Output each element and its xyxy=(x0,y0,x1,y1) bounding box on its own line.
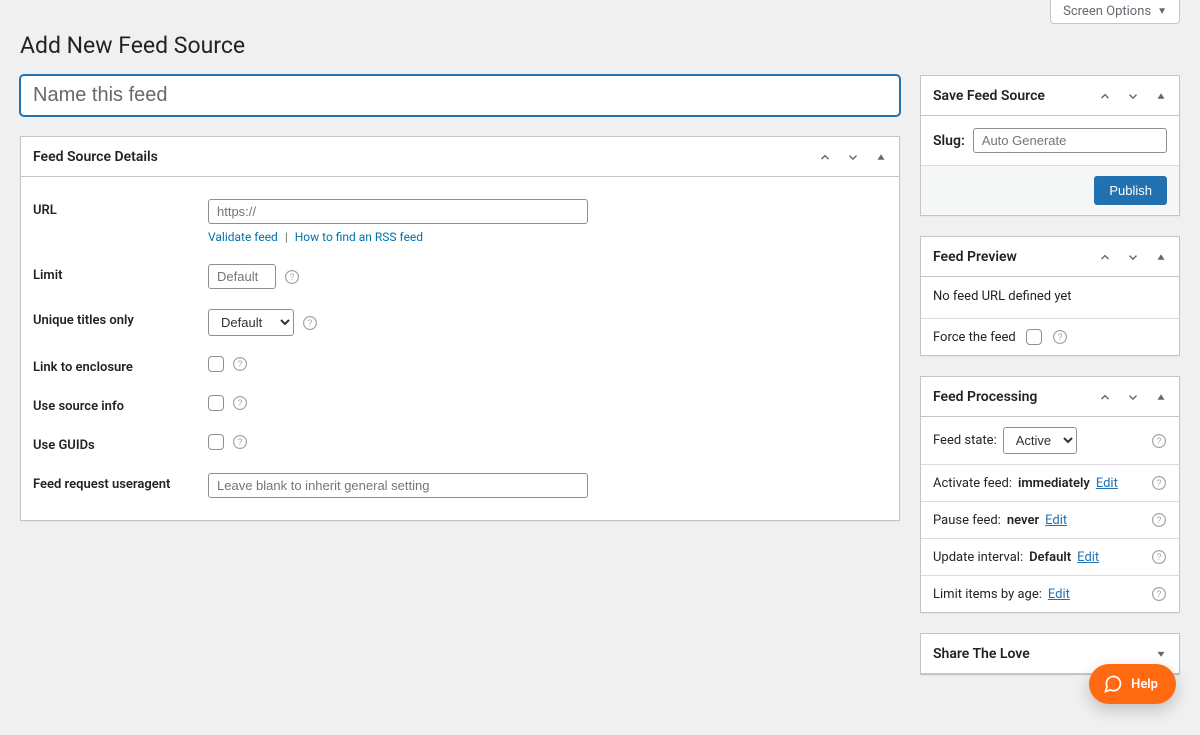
triangle-up-icon[interactable] xyxy=(1147,243,1175,271)
chevron-down-icon[interactable] xyxy=(839,143,867,171)
validate-feed-link[interactable]: Validate feed xyxy=(208,230,278,244)
svg-text:?: ? xyxy=(1157,478,1162,488)
chevron-up-icon[interactable] xyxy=(1091,383,1119,411)
activate-edit-link[interactable]: Edit xyxy=(1096,476,1118,491)
age-edit-link[interactable]: Edit xyxy=(1048,587,1070,602)
activate-value: immediately xyxy=(1018,476,1090,491)
chevron-up-icon[interactable] xyxy=(1091,82,1119,110)
svg-text:?: ? xyxy=(1157,515,1162,525)
save-heading: Save Feed Source xyxy=(933,88,1045,104)
chevron-down-icon[interactable] xyxy=(1119,82,1147,110)
interval-value: Default xyxy=(1029,550,1071,565)
triangle-up-icon[interactable] xyxy=(1147,82,1175,110)
help-floating-button[interactable]: Help xyxy=(1089,664,1176,704)
help-icon[interactable]: ? xyxy=(232,395,248,411)
use-source-checkbox[interactable] xyxy=(208,395,224,411)
svg-text:?: ? xyxy=(1157,552,1162,562)
processing-heading: Feed Processing xyxy=(933,389,1037,405)
feed-state-label: Feed state: xyxy=(933,433,997,448)
limit-label: Limit xyxy=(33,264,208,283)
use-guids-checkbox[interactable] xyxy=(208,434,224,450)
help-icon[interactable]: ? xyxy=(1052,329,1068,345)
force-feed-checkbox[interactable] xyxy=(1026,329,1042,345)
help-bubble-icon xyxy=(1103,674,1123,694)
interval-label: Update interval: xyxy=(933,550,1023,565)
chevron-down-icon[interactable] xyxy=(1119,383,1147,411)
link-enclosure-label: Link to enclosure xyxy=(33,356,208,375)
preview-message: No feed URL defined yet xyxy=(921,277,1179,318)
svg-text:?: ? xyxy=(290,272,295,282)
triangle-up-icon[interactable] xyxy=(867,143,895,171)
share-heading: Share The Love xyxy=(933,646,1030,662)
help-icon[interactable]: ? xyxy=(1151,433,1167,449)
triangle-up-icon[interactable] xyxy=(1147,383,1175,411)
limit-input[interactable] xyxy=(208,264,276,289)
useragent-input[interactable] xyxy=(208,473,588,498)
slug-input[interactable] xyxy=(973,128,1167,153)
activate-label: Activate feed: xyxy=(933,476,1012,491)
age-label: Limit items by age: xyxy=(933,587,1042,602)
svg-text:?: ? xyxy=(1157,589,1162,599)
svg-text:?: ? xyxy=(308,318,313,328)
svg-text:?: ? xyxy=(1157,436,1162,446)
url-label: URL xyxy=(33,199,208,218)
howto-rss-link[interactable]: How to find an RSS feed xyxy=(295,230,423,244)
screen-options-tab[interactable]: Screen Options ▼ xyxy=(1050,0,1180,24)
svg-text:?: ? xyxy=(238,437,243,447)
help-icon[interactable]: ? xyxy=(1151,475,1167,491)
force-feed-label: Force the feed xyxy=(933,330,1016,345)
help-icon[interactable]: ? xyxy=(1151,586,1167,602)
help-icon[interactable]: ? xyxy=(232,434,248,450)
link-enclosure-checkbox[interactable] xyxy=(208,356,224,372)
details-heading: Feed Source Details xyxy=(33,149,158,165)
preview-heading: Feed Preview xyxy=(933,249,1017,265)
screen-options-label: Screen Options xyxy=(1063,4,1151,19)
useragent-label: Feed request useragent xyxy=(33,473,208,492)
svg-text:?: ? xyxy=(1057,332,1062,342)
slug-label: Slug: xyxy=(933,133,965,149)
chevron-up-icon[interactable] xyxy=(1091,243,1119,271)
chevron-up-icon[interactable] xyxy=(811,143,839,171)
use-guids-label: Use GUIDs xyxy=(33,434,208,453)
help-icon[interactable]: ? xyxy=(232,356,248,372)
interval-edit-link[interactable]: Edit xyxy=(1077,550,1099,565)
feed-state-select[interactable]: Active xyxy=(1003,427,1077,454)
feed-title-input[interactable] xyxy=(20,75,900,116)
triangle-down-icon: ▼ xyxy=(1157,6,1167,17)
url-input[interactable] xyxy=(208,199,588,224)
separator: | xyxy=(285,230,288,244)
pause-edit-link[interactable]: Edit xyxy=(1045,513,1067,528)
page-title: Add New Feed Source xyxy=(20,32,1180,59)
svg-text:?: ? xyxy=(238,398,243,408)
publish-button[interactable]: Publish xyxy=(1094,176,1167,205)
svg-text:?: ? xyxy=(238,359,243,369)
help-icon[interactable]: ? xyxy=(1151,549,1167,565)
pause-label: Pause feed: xyxy=(933,513,1001,528)
help-icon[interactable]: ? xyxy=(1151,512,1167,528)
chevron-down-icon[interactable] xyxy=(1119,243,1147,271)
help-icon[interactable]: ? xyxy=(302,315,318,331)
help-button-label: Help xyxy=(1131,677,1158,692)
help-icon[interactable]: ? xyxy=(284,269,300,285)
unique-titles-label: Unique titles only xyxy=(33,309,208,328)
pause-value: never xyxy=(1007,513,1039,528)
unique-titles-select[interactable]: Default xyxy=(208,309,294,336)
use-source-label: Use source info xyxy=(33,395,208,414)
